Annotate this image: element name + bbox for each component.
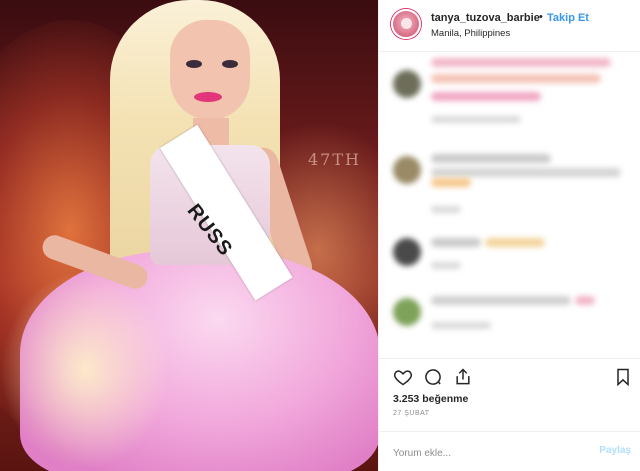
comment-text [431, 238, 481, 247]
comment-emoji [431, 178, 471, 187]
separator-dot: • [539, 11, 543, 23]
action-bar [379, 358, 640, 394]
list-item [393, 150, 633, 220]
avatar[interactable] [393, 298, 421, 326]
share-icon[interactable] [451, 365, 475, 389]
comment-emoji [485, 238, 545, 247]
speech-bubble-icon[interactable] [421, 365, 445, 389]
bookmark-icon[interactable] [611, 365, 635, 389]
location-link[interactable]: Manila, Philippines [431, 28, 510, 39]
list-item [393, 292, 633, 358]
comment-text [431, 92, 541, 101]
comment-emoji [575, 296, 595, 305]
comments-list [379, 52, 640, 358]
stage-backdrop-text: 47TH [308, 150, 361, 169]
comment-meta [431, 206, 461, 213]
comment-text [431, 154, 551, 163]
model-lips [194, 92, 222, 102]
comment-meta [431, 262, 461, 269]
avatar[interactable] [391, 9, 421, 39]
follow-button[interactable]: Takip Et [547, 12, 589, 24]
comment-text [431, 74, 601, 83]
model-eye [186, 60, 202, 68]
comment-meta [431, 322, 491, 329]
comment-text [431, 168, 621, 177]
model-face [170, 20, 250, 120]
comment-text [431, 296, 571, 305]
like-count[interactable]: 3.253 beğenme [393, 393, 468, 405]
post-sidebar: tanya_tuzova_barbie • Takip Et Manila, P… [378, 0, 640, 471]
post-comment-button[interactable]: Paylaş [599, 445, 631, 456]
comment-text [431, 58, 611, 67]
model-eye [222, 60, 238, 68]
dress-highlight [0, 270, 170, 470]
avatar[interactable] [393, 238, 421, 266]
heart-icon[interactable] [391, 365, 415, 389]
username-link[interactable]: tanya_tuzova_barbie [431, 12, 540, 24]
comment-input[interactable] [393, 445, 583, 461]
comment-form: Paylaş [379, 431, 640, 471]
comment-meta [431, 116, 521, 123]
post-header: tanya_tuzova_barbie • Takip Et Manila, P… [379, 0, 640, 52]
avatar[interactable] [393, 156, 421, 184]
avatar[interactable] [393, 70, 421, 98]
list-item [393, 56, 633, 126]
post-photo[interactable]: 47TH RUSS [0, 0, 378, 471]
post-date[interactable]: 27 ŞUBAT [393, 410, 430, 417]
